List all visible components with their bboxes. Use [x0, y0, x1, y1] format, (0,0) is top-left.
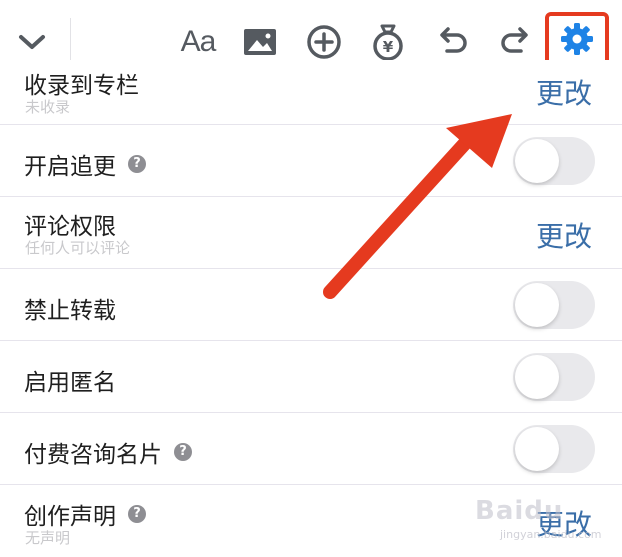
baidu-watermark: Baidu: [475, 496, 564, 526]
setting-row-anonymous: 启用匿名: [0, 340, 622, 413]
image-icon[interactable]: [240, 22, 280, 62]
paid-consult-card-toggle[interactable]: [513, 425, 595, 473]
setting-label: 禁止转载: [24, 298, 116, 324]
redo-icon[interactable]: [496, 22, 536, 62]
setting-row-follow-updates: 开启追更 ?: [0, 124, 622, 197]
settings-gear-icon[interactable]: [560, 22, 594, 60]
help-icon[interactable]: ?: [174, 443, 192, 461]
font-format-icon[interactable]: Aa: [176, 22, 220, 62]
setting-sublabel: 未收录: [25, 98, 71, 116]
change-column-link[interactable]: 更改: [536, 72, 592, 112]
toggle-knob: [515, 427, 559, 471]
setting-label: 创作声明: [24, 504, 116, 530]
toggle-knob: [515, 283, 559, 327]
toggle-knob: [515, 355, 559, 399]
setting-sublabel: 任何人可以评论: [25, 239, 131, 257]
help-icon[interactable]: ?: [128, 155, 146, 173]
money-bag-icon[interactable]: ¥: [368, 22, 408, 62]
setting-row-no-repost: 禁止转载: [0, 268, 622, 341]
setting-sublabel: 无声明: [25, 529, 71, 547]
svg-text:¥: ¥: [383, 38, 394, 56]
anonymous-toggle[interactable]: [513, 353, 595, 401]
undo-icon[interactable]: [432, 22, 472, 62]
setting-row-paid-consult-card: 付费咨询名片 ?: [0, 412, 622, 485]
toggle-knob: [515, 139, 559, 183]
change-comment-permission-link[interactable]: 更改: [536, 215, 592, 255]
setting-row-comment-permission[interactable]: 评论权限 任何人可以评论 更改: [0, 196, 622, 269]
no-repost-toggle[interactable]: [513, 281, 595, 329]
setting-row-column[interactable]: 收录到专栏 未收录 更改: [0, 60, 622, 124]
baidu-watermark-url: jingyan.baidu.com: [500, 528, 602, 541]
toolbar-divider: [70, 18, 71, 64]
setting-label: 付费咨询名片: [24, 442, 162, 468]
setting-label: 收录到专栏: [24, 73, 139, 99]
setting-label: 启用匿名: [24, 370, 116, 396]
insert-plus-icon[interactable]: [304, 22, 344, 62]
follow-updates-toggle[interactable]: [513, 137, 595, 185]
help-icon[interactable]: ?: [128, 505, 146, 523]
setting-label: 开启追更: [24, 154, 116, 180]
collapse-chevron-icon[interactable]: [12, 22, 52, 62]
setting-label: 评论权限: [24, 214, 116, 240]
